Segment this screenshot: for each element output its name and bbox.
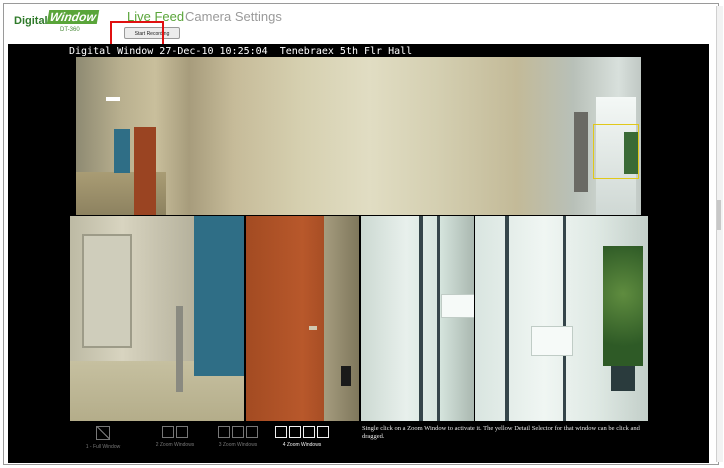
brand-logo: Digital Window DT-360 [14,6,100,36]
layout-4-zoom[interactable]: 4 Zoom Windows [267,426,337,456]
zoom4-plant-pot [611,366,635,391]
ceiling-light [106,97,120,101]
zoom4-plant [603,246,643,366]
logo-secondary-text: Window [46,10,100,24]
video-caption: Digital Window 27-Dec-10 10:25:04 Tenebr… [69,46,413,57]
layout-2-zoom[interactable]: 2 Zoom Windows [145,426,205,456]
layout-2-icon [145,426,205,438]
live-video-area: Digital Window 27-Dec-10 10:25:04 Tenebr… [8,44,709,463]
zoom1-door [82,234,132,348]
zoom4-window-frame-2 [563,216,566,421]
logo-sub-text: DT-360 [60,27,80,33]
zoom-windows [70,216,648,421]
vertical-scrollbar[interactable] [716,6,723,462]
pano-blue-door [114,129,130,173]
zoom1-pole [176,306,183,392]
layout-2-label: 2 Zoom Windows [155,442,195,448]
scrollbar-thumb[interactable] [717,200,721,230]
zoom3-bench [441,294,474,318]
layout-3-label: 3 Zoom Windows [218,442,258,448]
pano-orange-door [134,127,156,215]
zoom3-window-frame [419,216,423,421]
pano-far-door [574,112,588,192]
layout-selector: 1 - Full Window 2 Zoom Windows 3 Zoom Wi… [83,424,383,462]
layout-1-full-window[interactable]: 1 - Full Window [83,426,123,456]
zoom2-door-handle [309,326,317,330]
logo-primary-text: Digital [14,15,48,27]
layout-3-zoom[interactable]: 3 Zoom Windows [205,426,271,456]
zoom2-wall [324,216,359,421]
layout-1-icon [83,426,123,440]
zoom-window-2[interactable] [246,216,359,421]
layout-4-icon [267,426,337,438]
zoom3-window-frame-2 [437,216,440,421]
layout-1-label: 1 - Full Window [85,444,121,450]
zoom4-bench [531,326,573,356]
zoom4-window-frame [505,216,509,421]
layout-4-label: 4 Zoom Windows [282,442,322,448]
layout-3-icon [205,426,271,438]
zoom-window-3[interactable] [361,216,474,421]
panorama-view[interactable] [76,57,641,215]
tab-camera-settings[interactable]: Camera Settings [185,9,282,24]
zoom-window-1[interactable] [70,216,244,421]
zoom1-blue-door [194,216,244,376]
detail-selector[interactable] [593,124,639,179]
zoom-window-4[interactable] [475,216,648,421]
zoom2-wall-box [341,366,351,386]
help-text: Single click on a Zoom Window to activat… [362,425,640,440]
